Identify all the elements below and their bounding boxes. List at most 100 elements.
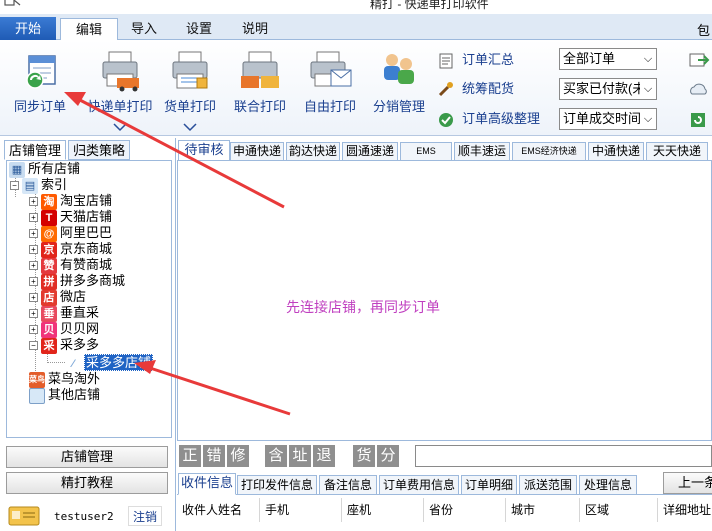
tab-shop-manage[interactable]: 店铺管理 — [4, 140, 67, 160]
tree-node-shop[interactable]: − 采采多多 — [29, 337, 99, 354]
quick-search-input[interactable] — [415, 445, 712, 467]
tree-node-shop[interactable]: + 店微店 — [29, 289, 87, 306]
delivery-print-button[interactable]: 货单打印 — [157, 46, 223, 120]
tree-node-shop[interactable]: + 赞有赞商城 — [29, 257, 112, 274]
advanced-order-icon — [439, 112, 453, 127]
combined-printer-icon — [241, 51, 279, 88]
menu-tab-help[interactable]: 说明 — [232, 18, 278, 40]
quick-key-cuo[interactable]: 错 — [203, 445, 225, 467]
cainiao-icon: 菜鸟 — [29, 371, 45, 388]
user-card-icon — [8, 506, 40, 526]
tree-node-index[interactable]: − ▤ 索引 — [10, 177, 67, 194]
detail-tabs: 收件信息 打印发件信息 备注信息 订单费用信息 订单明细 派送范围 处理信息 — [177, 473, 712, 495]
quick-key-xiu[interactable]: 修 — [227, 445, 249, 467]
youzan-icon: 赞 — [41, 257, 57, 274]
tab-receiver-info[interactable]: 收件信息 — [178, 473, 236, 495]
tab-classify-strategy[interactable]: 归类策略 — [68, 140, 131, 160]
unified-picking-button[interactable]: 统筹配货 — [437, 78, 514, 100]
menu-tab-import[interactable]: 导入 — [122, 18, 166, 40]
quick-key-zhi[interactable]: 址 — [289, 445, 311, 467]
order-summary-label: 订单汇总 — [462, 52, 515, 67]
expand-icon[interactable]: + — [29, 197, 38, 207]
tab-delivery-range[interactable]: 派送范围 — [519, 475, 577, 495]
menu-tab-overflow[interactable]: 包 — [697, 20, 710, 39]
advanced-order-button[interactable]: 订单高级整理 — [437, 108, 540, 130]
combined-print-label: 联合打印 — [233, 99, 286, 114]
combined-print-button[interactable]: 联合打印 — [227, 46, 293, 120]
quick-key-huo[interactable]: 货 — [353, 445, 375, 467]
collapse-icon[interactable]: − — [29, 341, 38, 351]
tree-node-other-shops[interactable]: 其他店铺 — [29, 387, 101, 404]
tree-node-shop[interactable]: + T 天猫店铺 — [29, 209, 112, 226]
tab-sto[interactable]: 申通快递 — [230, 142, 284, 160]
filter-time-select[interactable]: 订单成交时间, ⌵ — [559, 108, 657, 130]
tree-node-shop[interactable]: + 贝贝贝网 — [29, 321, 99, 338]
distribution-button[interactable]: 分销管理 — [366, 46, 432, 120]
filter-status-select[interactable]: 买家已付款(未 ⌵ — [559, 78, 657, 100]
tab-ems-economy[interactable]: EMS经济快递 — [512, 142, 586, 160]
delivery-printer-icon — [172, 51, 208, 89]
express-print-button[interactable]: 快递单打印 — [86, 46, 154, 120]
expand-icon[interactable]: + — [29, 309, 38, 319]
tab-zto[interactable]: 中通快递 — [588, 142, 644, 160]
sync-order-button[interactable]: 同步订单 — [6, 46, 74, 120]
refresh-icon[interactable] — [688, 110, 710, 130]
quick-key-tui[interactable]: 退 — [313, 445, 335, 467]
menu-tab-settings[interactable]: 设置 — [176, 18, 222, 40]
expand-icon[interactable]: + — [29, 213, 38, 223]
expand-icon[interactable]: + — [29, 245, 38, 255]
tree-node-shop[interactable]: + 京京东商城 — [29, 241, 112, 258]
tutorial-button[interactable]: 精打教程 — [6, 472, 168, 494]
quick-key-han[interactable]: 含 — [265, 445, 287, 467]
tree-label: 微店 — [60, 289, 87, 304]
tree-node-all-shops[interactable]: ▦ 所有店铺 — [9, 161, 80, 178]
expand-icon[interactable]: + — [29, 325, 38, 335]
tree-node-shop[interactable]: + 淘淘宝店铺 — [29, 193, 112, 210]
tab-tiantian[interactable]: 天天快递 — [646, 142, 708, 160]
distribution-users-icon — [384, 54, 414, 84]
tab-ems[interactable]: EMS — [400, 142, 452, 160]
tab-sf[interactable]: 顺丰速运 — [454, 142, 510, 160]
expand-icon[interactable]: + — [29, 293, 38, 303]
menu-tab-edit[interactable]: 编辑 — [60, 18, 118, 41]
start-menu-button[interactable]: 开始 — [0, 17, 56, 40]
expand-icon[interactable]: + — [29, 229, 38, 239]
quick-key-fen[interactable]: 分 — [377, 445, 399, 467]
quick-key-zheng[interactable]: 正 — [179, 445, 201, 467]
tree-node-shop[interactable]: + 拼拼多多商城 — [29, 273, 125, 290]
tab-sender-info[interactable]: 打印发件信息 — [237, 475, 317, 495]
caiduoduo-icon: 采 — [41, 337, 57, 354]
tab-yto[interactable]: 圆通速递 — [342, 142, 398, 160]
tab-yunda[interactable]: 韵达快递 — [286, 142, 340, 160]
express-print-label: 快递单打印 — [87, 99, 153, 114]
tree-node-shop[interactable]: + 垂垂直采 — [29, 305, 99, 322]
tree-node-caiduoduo-shop[interactable]: ⁄ 采多多店铺 — [65, 354, 154, 371]
expand-icon[interactable]: + — [29, 277, 38, 287]
export-icon[interactable] — [688, 50, 710, 70]
free-print-button[interactable]: 自由打印 — [297, 46, 363, 120]
logout-button[interactable]: 注销 — [128, 506, 163, 526]
collapse-icon[interactable]: − — [10, 181, 19, 191]
sync-order-label: 同步订单 — [13, 99, 66, 114]
unified-picking-icon — [438, 81, 453, 96]
other-shop-icon — [29, 387, 45, 404]
order-summary-button[interactable]: 订单汇总 — [437, 49, 514, 71]
expand-icon[interactable]: + — [29, 261, 38, 271]
tab-order-detail[interactable]: 订单明细 — [461, 475, 517, 495]
order-grid[interactable]: 先连接店铺，再同步订单 — [177, 161, 712, 441]
tab-pending-review[interactable]: 待审核 — [178, 140, 230, 160]
tab-fee-info[interactable]: 订单费用信息 — [379, 475, 459, 495]
cloud-icon[interactable] — [688, 80, 710, 100]
advanced-order-label: 订单高级整理 — [462, 111, 541, 126]
tree-node-cainiao[interactable]: 菜鸟 菜鸟淘外 — [29, 371, 100, 388]
express-print-dropdown-icon[interactable] — [113, 122, 127, 132]
filter-scope-select[interactable]: 全部订单 ⌵ — [559, 48, 657, 70]
prev-record-button[interactable]: 上一条 — [663, 472, 712, 494]
tab-process-info[interactable]: 处理信息 — [579, 475, 637, 495]
tab-remark-info[interactable]: 备注信息 — [319, 475, 377, 495]
tree-node-shop[interactable]: + @ 阿里巴巴 — [29, 225, 112, 242]
shop-manage-button[interactable]: 店铺管理 — [6, 446, 168, 468]
delivery-print-dropdown-icon[interactable] — [183, 122, 197, 132]
col-mobile: 手机 — [259, 498, 341, 522]
tree-label: 其他店铺 — [48, 387, 101, 402]
